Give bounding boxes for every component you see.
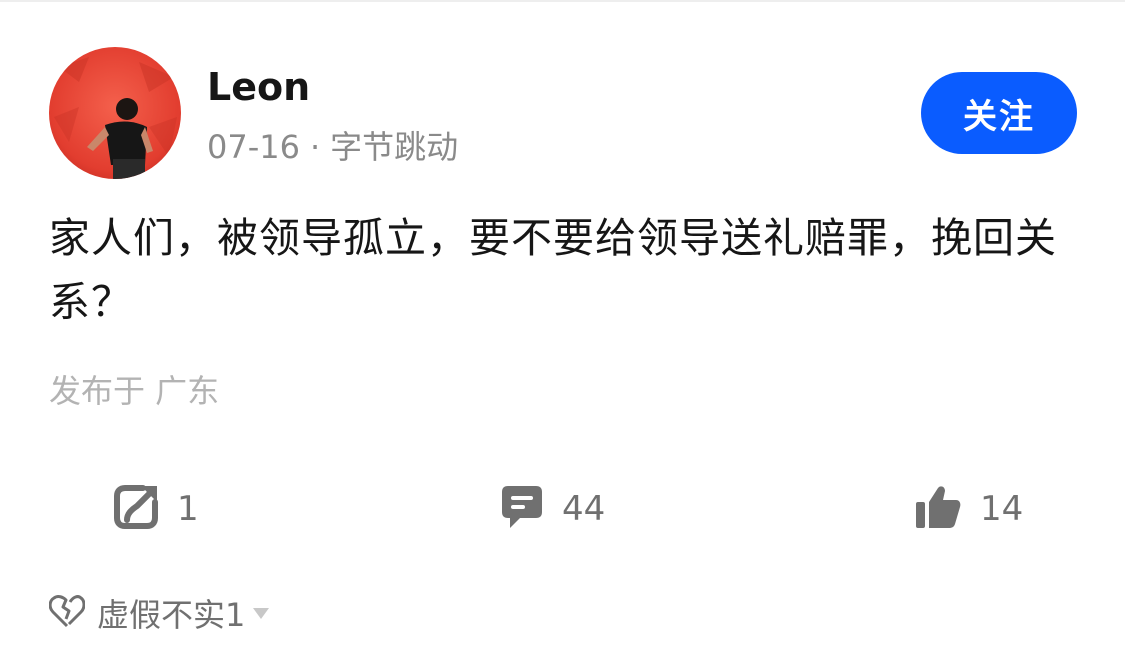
comment-count: 44 xyxy=(562,489,606,529)
meta-separator: · xyxy=(309,128,321,166)
comment-action[interactable]: 44 xyxy=(500,486,605,532)
comment-bubble-icon xyxy=(500,484,544,534)
repost-count: 1 xyxy=(177,489,199,529)
top-divider xyxy=(0,0,1125,2)
post-date: 07-16 xyxy=(207,128,300,166)
post-content: 家人们，被领导孤立，要不要给领导送礼赔罪，挽回关系？ xyxy=(49,214,1057,326)
repost-action[interactable]: 1 xyxy=(113,484,199,534)
avatar[interactable] xyxy=(49,47,181,179)
feedback-selector[interactable]: 虚假不实1 xyxy=(48,592,270,634)
author-meta: 07-16 · 字节跳动 xyxy=(207,127,458,167)
share-arrow-icon xyxy=(113,484,159,534)
feedback-label: 虚假不实1 xyxy=(97,596,246,634)
follow-button[interactable]: 关注 xyxy=(921,72,1077,154)
author-company[interactable]: 字节跳动 xyxy=(330,128,458,166)
like-count: 14 xyxy=(980,489,1024,529)
caret-down-icon xyxy=(253,607,270,619)
broken-heart-icon xyxy=(48,594,86,632)
like-action[interactable]: 14 xyxy=(914,486,1023,532)
author-name[interactable]: Leon xyxy=(207,64,310,110)
post-location: 发布于 广东 xyxy=(49,372,220,410)
thumbs-up-icon xyxy=(914,484,962,534)
